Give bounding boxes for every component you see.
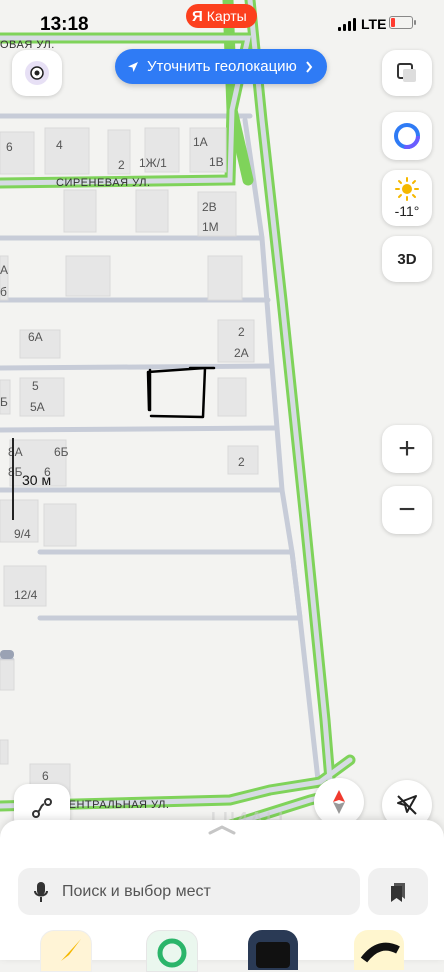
scooter-icon: [360, 942, 400, 963]
chevron-up-icon[interactable]: [208, 825, 236, 835]
bookmarks-icon: [391, 882, 405, 902]
taxi-icon: [157, 938, 187, 968]
house-number: 1Ж/1: [139, 156, 167, 170]
street-label-tsentralnaya: ЦЕНТРАЛЬНАЯ УЛ.: [60, 799, 169, 811]
alice-button[interactable]: [382, 112, 432, 160]
profile-button[interactable]: [12, 50, 62, 96]
house-number: 2: [238, 325, 245, 339]
navigator-arrow-icon: [61, 939, 81, 961]
house-number: 1В: [209, 155, 224, 169]
weather-widget[interactable]: -11°: [382, 170, 432, 226]
compass-icon: [333, 790, 345, 814]
house-number: 12/4: [14, 588, 38, 602]
layers-icon: [397, 63, 416, 82]
street-label-sirenevaya: СИРЕНЕВАЯ УЛ.: [56, 177, 151, 189]
app-badge-label: Карты: [206, 8, 247, 24]
house-number: 9/4: [14, 527, 31, 541]
compass-button[interactable]: [314, 778, 364, 826]
status-time: 13:18: [40, 14, 89, 35]
house-number: 5А: [30, 400, 45, 414]
shortcut-navigator[interactable]: [40, 930, 92, 972]
house-number: б: [0, 285, 7, 299]
chevron-right-icon: [306, 60, 313, 73]
house-number: 8А: [8, 445, 23, 459]
bus-icon: [256, 942, 290, 968]
sun-icon: [395, 177, 419, 201]
house-number: 5: [32, 379, 39, 393]
shortcut-transport[interactable]: [248, 930, 298, 970]
shortcut-taxi[interactable]: [146, 930, 198, 972]
bookmarks-button[interactable]: [368, 868, 428, 915]
house-number: А: [0, 263, 8, 277]
zoom-in-button[interactable]: +: [382, 425, 432, 473]
navigation-arrow-icon: [128, 61, 138, 72]
house-number: 1А: [193, 135, 208, 149]
network-type: LTE: [361, 16, 387, 32]
house-number: 6Б: [54, 445, 69, 459]
house-number: 8Б: [8, 465, 23, 479]
alice-icon: [394, 123, 420, 149]
house-number: Б: [0, 395, 8, 409]
weather-temp: -11°: [394, 203, 420, 219]
house-number: 2: [238, 455, 245, 469]
house-number: 4: [56, 138, 63, 152]
route-icon: [32, 798, 52, 818]
house-number: 6А: [28, 330, 43, 344]
status-bar: 13:18 Я Карты LTE: [0, 0, 444, 48]
microphone-icon[interactable]: [34, 881, 48, 903]
house-number: 6: [42, 769, 49, 783]
refine-geolocation-label: Уточнить геолокацию: [147, 58, 297, 75]
app-badge[interactable]: Я Карты: [186, 4, 257, 28]
house-number: 2В: [202, 200, 217, 214]
yandex-logo-icon: Я: [192, 7, 203, 25]
bottom-sheet[interactable]: Поиск и выбор мест: [0, 820, 444, 972]
house-number: 2А: [234, 346, 249, 360]
battery-icon: [389, 16, 416, 29]
zoom-out-button[interactable]: −: [382, 486, 432, 534]
search-input[interactable]: Поиск и выбор мест: [18, 868, 360, 915]
location-off-icon: [397, 795, 417, 815]
house-number: 1М: [202, 220, 219, 234]
shortcut-scooter[interactable]: [354, 930, 404, 970]
house-number: 6: [6, 140, 13, 154]
view-3d-button[interactable]: 3D: [382, 236, 432, 282]
scale-label: 30 м: [22, 472, 51, 488]
profile-icon: [25, 61, 49, 85]
search-placeholder: Поиск и выбор мест: [62, 882, 211, 900]
refine-geolocation-button[interactable]: Уточнить геолокацию: [115, 49, 327, 84]
layers-button[interactable]: [382, 50, 432, 96]
house-number: 2: [118, 158, 125, 172]
signal-icon: [338, 18, 356, 31]
